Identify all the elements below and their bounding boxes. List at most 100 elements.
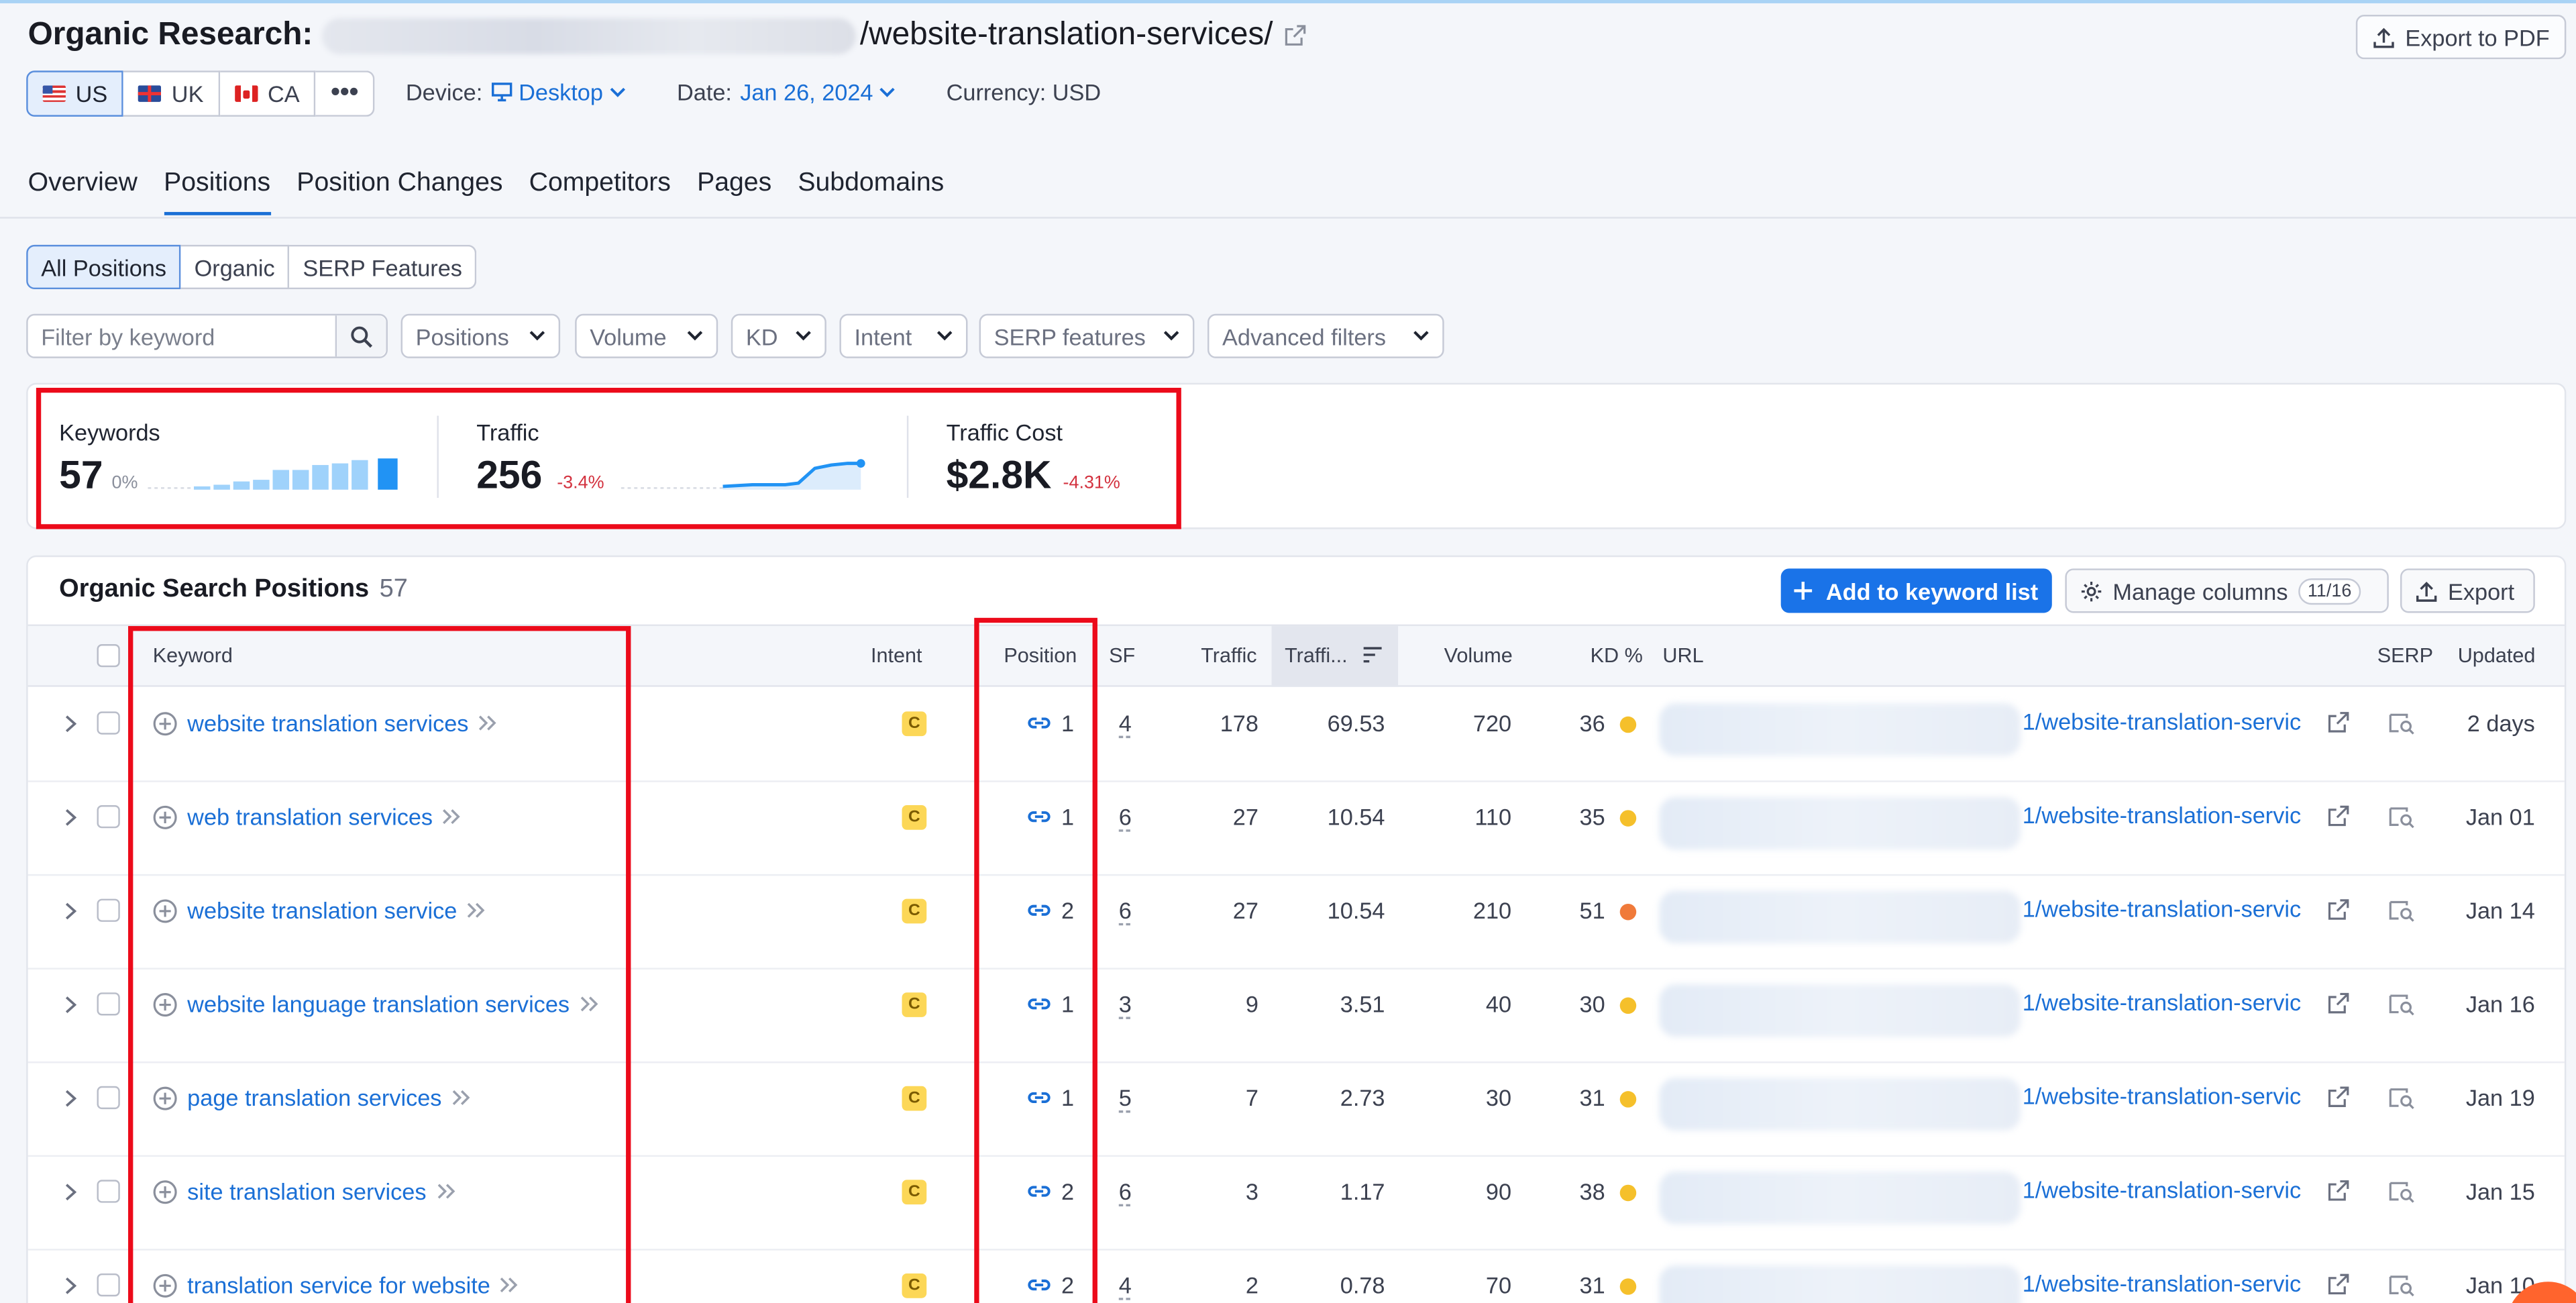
double-chevron-right-icon[interactable]	[467, 902, 486, 919]
add-keyword-icon[interactable]	[153, 711, 178, 735]
date-selector[interactable]: Date: Jan 26, 2024	[677, 79, 896, 105]
add-keyword-icon[interactable]	[153, 898, 178, 923]
column-volume[interactable]: Volume	[1444, 644, 1513, 667]
serp-features-count[interactable]: 4	[1119, 710, 1132, 736]
keyword-link[interactable]: website translation services	[187, 710, 468, 736]
external-link-icon[interactable]	[2328, 899, 2349, 929]
intent-filter-dropdown[interactable]: Intent	[839, 313, 968, 358]
url-link[interactable]: 1/website-translation-servic	[2023, 1176, 2301, 1202]
tab-positions[interactable]: Positions	[164, 169, 271, 215]
external-link-icon[interactable]	[2328, 1180, 2349, 1209]
column-traffic[interactable]: Traffic	[1201, 644, 1256, 667]
serp-features-count[interactable]: 6	[1119, 897, 1132, 923]
url-link[interactable]: 1/website-translation-servic	[2023, 989, 2301, 1015]
expand-row-icon[interactable]	[64, 1090, 78, 1108]
column-keyword[interactable]: Keyword	[153, 644, 233, 667]
keyword-link[interactable]: web translation services	[187, 804, 433, 830]
tab-subdomains[interactable]: Subdomains	[798, 169, 944, 215]
double-chevron-right-icon[interactable]	[443, 809, 462, 825]
row-checkbox[interactable]	[97, 1086, 120, 1110]
serp-snapshot-icon[interactable]	[2389, 1182, 2415, 1203]
external-link-icon[interactable]	[2328, 805, 2349, 835]
double-chevron-right-icon[interactable]	[500, 1277, 520, 1293]
advanced-filters-dropdown[interactable]: Advanced filters	[1208, 313, 1444, 358]
add-keyword-icon[interactable]	[153, 992, 178, 1017]
tab-overview[interactable]: Overview	[28, 169, 138, 215]
row-checkbox[interactable]	[97, 1180, 120, 1203]
expand-row-icon[interactable]	[64, 902, 78, 921]
export-pdf-button[interactable]: Export to PDF	[2355, 15, 2567, 60]
db-uk-button[interactable]: UK	[123, 70, 220, 117]
serp-features-filter-dropdown[interactable]: SERP features	[979, 313, 1195, 358]
column-traffic-percent[interactable]: Traffi...	[1285, 644, 1348, 667]
url-link[interactable]: 1/website-translation-servic	[2023, 1083, 2301, 1109]
tab-pages[interactable]: Pages	[697, 169, 771, 215]
external-link-icon[interactable]	[2328, 1273, 2349, 1303]
search-button[interactable]	[335, 315, 386, 357]
column-url[interactable]: URL	[1662, 644, 1703, 667]
db-us-button[interactable]: US	[26, 70, 124, 117]
double-chevron-right-icon[interactable]	[580, 996, 599, 1012]
select-all-checkbox[interactable]	[97, 644, 120, 668]
serp-features-count[interactable]: 5	[1119, 1084, 1132, 1110]
double-chevron-right-icon[interactable]	[451, 1090, 471, 1106]
url-link[interactable]: 1/website-translation-servic	[2023, 802, 2301, 828]
add-keyword-icon[interactable]	[153, 804, 178, 829]
serp-features-count[interactable]: 3	[1119, 991, 1132, 1017]
url-link[interactable]: 1/website-translation-servic	[2023, 1270, 2301, 1296]
kd-filter-dropdown[interactable]: KD	[731, 313, 826, 358]
add-keyword-icon[interactable]	[153, 1086, 178, 1110]
column-sf[interactable]: SF	[1109, 644, 1135, 667]
serp-snapshot-icon[interactable]	[2389, 994, 2415, 1016]
external-link-icon[interactable]	[2328, 992, 2349, 1022]
keyword-filter-input[interactable]	[28, 315, 335, 357]
row-checkbox[interactable]	[97, 1273, 120, 1297]
serp-snapshot-icon[interactable]	[2389, 806, 2415, 829]
keyword-link[interactable]: page translation services	[187, 1084, 441, 1110]
column-updated[interactable]: Updated	[2458, 644, 2536, 667]
serp-snapshot-icon[interactable]	[2389, 713, 2415, 735]
more-databases-button[interactable]: •••	[316, 70, 375, 117]
tab-competitors[interactable]: Competitors	[529, 169, 671, 215]
manage-columns-button[interactable]: Manage columns 11/16	[2065, 568, 2389, 613]
expand-row-icon[interactable]	[64, 1277, 78, 1295]
row-checkbox[interactable]	[97, 805, 120, 829]
add-keyword-icon[interactable]	[153, 1273, 178, 1298]
url-link[interactable]: 1/website-translation-servic	[2023, 709, 2301, 735]
double-chevron-right-icon[interactable]	[478, 715, 498, 731]
external-link-icon[interactable]	[2328, 1086, 2349, 1116]
device-selector[interactable]: Device: Desktop	[406, 79, 626, 105]
keyword-link[interactable]: website translation service	[187, 897, 457, 923]
url-link[interactable]: 1/website-translation-servic	[2023, 896, 2301, 922]
external-link-icon[interactable]	[1285, 25, 1306, 46]
keyword-link[interactable]: website language translation services	[187, 991, 570, 1017]
positions-filter-dropdown[interactable]: Positions	[400, 313, 561, 358]
double-chevron-right-icon[interactable]	[436, 1183, 455, 1199]
serp-snapshot-icon[interactable]	[2389, 900, 2415, 922]
tab-position-changes[interactable]: Position Changes	[297, 169, 502, 215]
column-serp[interactable]: SERP	[2377, 644, 2433, 667]
segment-all-positions[interactable]: All Positions	[26, 244, 182, 290]
volume-filter-dropdown[interactable]: Volume	[575, 313, 718, 358]
expand-row-icon[interactable]	[64, 996, 78, 1014]
serp-features-count[interactable]: 4	[1119, 1272, 1132, 1298]
serp-snapshot-icon[interactable]	[2389, 1275, 2415, 1297]
expand-row-icon[interactable]	[64, 809, 78, 827]
serp-snapshot-icon[interactable]	[2389, 1088, 2415, 1109]
add-to-keyword-list-button[interactable]: Add to keyword list	[1780, 568, 2052, 613]
row-checkbox[interactable]	[97, 992, 120, 1016]
serp-features-count[interactable]: 6	[1119, 1178, 1132, 1204]
row-checkbox[interactable]	[97, 898, 120, 922]
column-intent[interactable]: Intent	[871, 644, 922, 667]
keyword-link[interactable]: site translation services	[187, 1178, 426, 1204]
serp-features-count[interactable]: 6	[1119, 804, 1132, 830]
add-keyword-icon[interactable]	[153, 1179, 178, 1204]
segment-serp-features[interactable]: SERP Features	[289, 244, 477, 290]
row-checkbox[interactable]	[97, 711, 120, 735]
export-button[interactable]: Export	[2400, 568, 2535, 613]
expand-row-icon[interactable]	[64, 715, 78, 733]
sort-descending-icon[interactable]	[1362, 645, 1383, 664]
db-ca-button[interactable]: CA	[219, 70, 317, 117]
expand-row-icon[interactable]	[64, 1183, 78, 1201]
column-position[interactable]: Position	[1004, 644, 1077, 667]
